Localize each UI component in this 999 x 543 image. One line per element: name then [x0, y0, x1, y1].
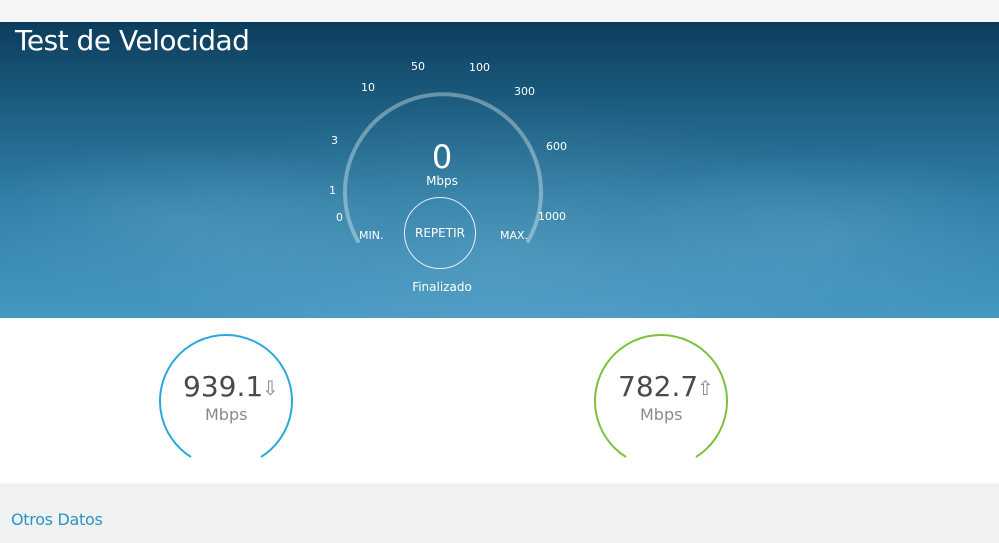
speed-gauge [343, 92, 543, 243]
gauge-tick-0: 0 [336, 211, 343, 224]
gauge-tick-10: 10 [361, 81, 375, 94]
gauge-tick-600: 600 [546, 140, 567, 153]
upload-unit: Mbps [640, 405, 683, 424]
current-speed-unit: Mbps [426, 174, 458, 188]
gauge-tick-50: 50 [411, 60, 425, 73]
gauge-max-label: MAX. [500, 229, 529, 242]
results-panel: 939.1 ⇩ Mbps 782.7 ⇧ Mbps [0, 318, 999, 483]
top-bar [0, 0, 999, 22]
test-status: Finalizado [412, 280, 472, 294]
gauge-tick-1: 1 [329, 184, 336, 197]
gauge-tick-100: 100 [469, 61, 490, 74]
gauge-tick-300: 300 [514, 85, 535, 98]
download-arrow-icon: ⇩ [262, 376, 279, 400]
download-unit: Mbps [205, 405, 248, 424]
speedtest-hero: Test de Velocidad 0 1 3 10 50 100 300 60… [0, 22, 999, 318]
repeat-button-label: REPETIR [415, 226, 465, 240]
other-data-title[interactable]: Otros Datos [11, 510, 103, 529]
other-data-section: Otros Datos [0, 483, 999, 543]
upload-arrow-icon: ⇧ [697, 376, 714, 400]
download-value: 939.1 [183, 370, 264, 403]
upload-value: 782.7 [618, 370, 699, 403]
gauge-min-label: MIN. [359, 229, 384, 242]
current-speed-value: 0 [431, 138, 453, 176]
gauge-tick-1000: 1000 [538, 210, 566, 223]
repeat-test-button[interactable]: REPETIR [404, 197, 476, 269]
gauge-tick-3: 3 [331, 134, 338, 147]
